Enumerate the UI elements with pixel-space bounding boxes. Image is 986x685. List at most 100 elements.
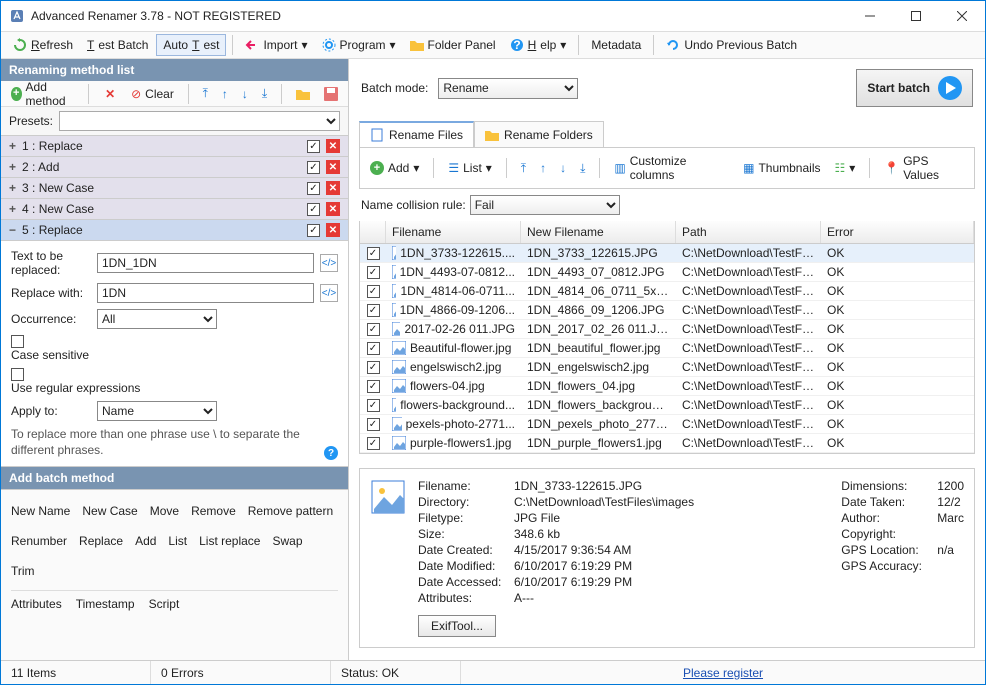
- minimize-button[interactable]: [847, 1, 893, 31]
- add-batch-item[interactable]: New Name: [11, 502, 70, 520]
- method-item[interactable]: −5 : Replace✓✕: [1, 220, 348, 241]
- presets-select[interactable]: [59, 111, 340, 131]
- save-button[interactable]: [320, 85, 342, 103]
- test-batch-button[interactable]: Test Batch: [81, 35, 154, 55]
- add-files-button[interactable]: +Add ▾: [366, 159, 423, 177]
- files-bottom-button[interactable]: ⤓: [576, 159, 589, 178]
- row-checkbox[interactable]: ✓: [367, 266, 380, 279]
- tab-rename-folders[interactable]: Rename Folders: [474, 121, 604, 147]
- text-replace-input[interactable]: [97, 253, 314, 273]
- batch-tab[interactable]: Script: [149, 597, 180, 611]
- file-row[interactable]: ✓1DN_4866-09-1206...1DN_4866_09_1206.JPG…: [360, 301, 974, 320]
- refresh-button[interactable]: RRefreshefresh: [7, 35, 79, 55]
- close-button[interactable]: [939, 1, 985, 31]
- file-row[interactable]: ✓purple-flowers1.jpg1DN_purple_flowers1.…: [360, 434, 974, 453]
- list-menu[interactable]: ☰List ▾: [444, 159, 495, 177]
- regex-checkbox[interactable]: Use regular expressions: [11, 368, 140, 395]
- files-down-button[interactable]: ↓: [556, 159, 570, 177]
- add-batch-item[interactable]: Renumber: [11, 532, 67, 550]
- import-menu[interactable]: Import ▾: [239, 35, 313, 55]
- help-menu[interactable]: ?Help ▾: [504, 35, 573, 55]
- method-remove-button[interactable]: ✕: [326, 202, 340, 216]
- gps-values-button[interactable]: 📍GPS Values: [880, 152, 968, 184]
- file-row[interactable]: ✓1DN_4493-07-0812...1DN_4493_07_0812.JPG…: [360, 263, 974, 282]
- add-batch-item[interactable]: Move: [150, 502, 179, 520]
- occurrence-select[interactable]: All: [97, 309, 217, 329]
- add-batch-item[interactable]: Add: [135, 532, 156, 550]
- row-checkbox[interactable]: ✓: [367, 304, 380, 317]
- add-batch-item[interactable]: Remove pattern: [248, 502, 333, 520]
- row-checkbox[interactable]: ✓: [367, 323, 380, 336]
- maximize-button[interactable]: [893, 1, 939, 31]
- undo-batch-button[interactable]: Undo Previous Batch: [660, 35, 803, 55]
- start-batch-button[interactable]: Start batch: [856, 69, 973, 107]
- add-batch-item[interactable]: Swap: [272, 532, 302, 550]
- add-batch-item[interactable]: List: [168, 532, 187, 550]
- clear-methods-button[interactable]: ⊘Clear: [127, 85, 178, 103]
- row-checkbox[interactable]: ✓: [367, 342, 380, 355]
- folder-panel-button[interactable]: Folder Panel: [404, 35, 502, 55]
- delete-method-button[interactable]: ✕: [99, 85, 121, 103]
- method-item[interactable]: +1 : Replace✓✕: [1, 136, 348, 157]
- method-remove-button[interactable]: ✕: [326, 223, 340, 237]
- col-filename[interactable]: Filename: [386, 221, 521, 243]
- col-new-filename[interactable]: New Filename: [521, 221, 676, 243]
- collision-select[interactable]: Fail: [470, 195, 620, 215]
- move-bottom-button[interactable]: ⤓: [258, 84, 271, 103]
- file-row[interactable]: ✓Beautiful-flower.jpg1DN_beautiful_flowe…: [360, 339, 974, 358]
- file-row[interactable]: ✓flowers-04.jpg1DN_flowers_04.jpgC:\NetD…: [360, 377, 974, 396]
- add-method-button[interactable]: +Add method: [7, 78, 78, 110]
- files-up-button[interactable]: ↑: [536, 159, 550, 177]
- auto-test-button[interactable]: Auto Test: [156, 34, 226, 56]
- row-checkbox[interactable]: ✓: [367, 285, 380, 298]
- method-checkbox[interactable]: ✓: [307, 182, 320, 195]
- program-menu[interactable]: Program ▾: [316, 35, 402, 55]
- move-up-button[interactable]: ↑: [218, 85, 232, 103]
- method-item[interactable]: +3 : New Case✓✕: [1, 178, 348, 199]
- batch-mode-select[interactable]: Rename: [438, 78, 578, 99]
- add-batch-item[interactable]: Replace: [79, 532, 123, 550]
- move-down-button[interactable]: ↓: [238, 85, 252, 103]
- method-checkbox[interactable]: ✓: [307, 224, 320, 237]
- file-row[interactable]: ✓1DN_4814-06-0711...1DN_4814_06_0711_5x7…: [360, 282, 974, 301]
- row-checkbox[interactable]: ✓: [367, 399, 380, 412]
- case-sensitive-checkbox[interactable]: Case sensitive: [11, 335, 89, 362]
- file-row[interactable]: ✓2017-02-26 011.JPG1DN_2017_02_26 011.JP…: [360, 320, 974, 339]
- row-checkbox[interactable]: ✓: [367, 437, 380, 450]
- method-checkbox[interactable]: ✓: [307, 140, 320, 153]
- add-batch-item[interactable]: List replace: [199, 532, 260, 550]
- open-button[interactable]: [292, 86, 314, 102]
- method-remove-button[interactable]: ✕: [326, 160, 340, 174]
- replace-with-input[interactable]: [97, 283, 314, 303]
- method-item[interactable]: +4 : New Case✓✕: [1, 199, 348, 220]
- register-link[interactable]: Please register: [683, 666, 763, 680]
- add-batch-item[interactable]: New Case: [82, 502, 137, 520]
- file-row[interactable]: ✓1DN_3733-122615....1DN_3733_122615.JPGC…: [360, 244, 974, 263]
- exiftool-button[interactable]: ExifTool...: [418, 615, 496, 637]
- row-checkbox[interactable]: ✓: [367, 380, 380, 393]
- row-checkbox[interactable]: ✓: [367, 418, 380, 431]
- file-row[interactable]: ✓flowers-background...1DN_flowers_backgr…: [360, 396, 974, 415]
- method-remove-button[interactable]: ✕: [326, 181, 340, 195]
- tag-button-2[interactable]: </>: [320, 284, 338, 302]
- add-batch-item[interactable]: Trim: [11, 562, 35, 580]
- tab-rename-files[interactable]: Rename Files: [359, 121, 474, 147]
- batch-tab[interactable]: Timestamp: [76, 597, 135, 611]
- files-top-button[interactable]: ⤒: [517, 159, 530, 178]
- method-remove-button[interactable]: ✕: [326, 139, 340, 153]
- move-top-button[interactable]: ⤒: [199, 84, 212, 103]
- tag-button-1[interactable]: </>: [320, 254, 338, 272]
- col-error[interactable]: Error: [821, 221, 974, 243]
- apply-to-select[interactable]: Name: [97, 401, 217, 421]
- method-item[interactable]: +2 : Add✓✕: [1, 157, 348, 178]
- col-path[interactable]: Path: [676, 221, 821, 243]
- method-checkbox[interactable]: ✓: [307, 203, 320, 216]
- add-batch-item[interactable]: Remove: [191, 502, 236, 520]
- display-menu[interactable]: ☷▾: [830, 159, 859, 177]
- thumbnails-button[interactable]: ▦Thumbnails: [739, 159, 824, 177]
- method-checkbox[interactable]: ✓: [307, 161, 320, 174]
- metadata-button[interactable]: Metadata: [585, 35, 647, 55]
- row-checkbox[interactable]: ✓: [367, 247, 380, 260]
- batch-tab[interactable]: Attributes: [11, 597, 62, 611]
- file-row[interactable]: ✓engelswisch2.jpg1DN_engelswisch2.jpgC:\…: [360, 358, 974, 377]
